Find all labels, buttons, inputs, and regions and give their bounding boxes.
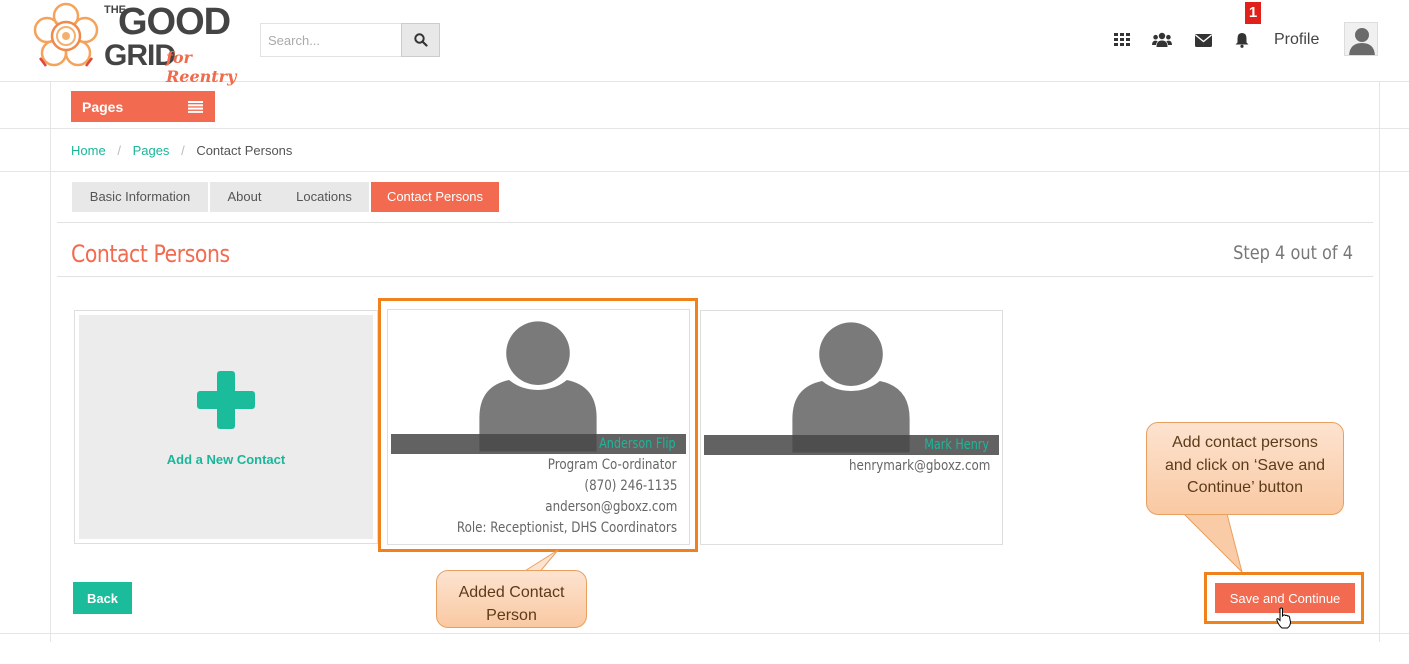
breadcrumb-current: Contact Persons: [196, 143, 293, 158]
divider-bottom: [0, 633, 1409, 634]
add-contact-area: Add a New Contact: [79, 315, 373, 539]
apps-grid-icon: [1114, 33, 1130, 46]
tab-about[interactable]: About: [210, 182, 279, 212]
contact-phone: (870) 246-1135: [583, 478, 677, 494]
flower-logo-icon: [33, 2, 99, 67]
menu-lines-icon: [188, 101, 203, 113]
pages-menu-label: Pages: [82, 99, 124, 115]
users-icon: [1152, 32, 1172, 47]
content-right-border: [1379, 82, 1380, 642]
step-indicator: Step 4 out of 4: [1233, 242, 1353, 264]
contact-role: Role: Receptionist, DHS Coordinators: [456, 520, 677, 536]
person-silhouette-icon: [479, 321, 597, 452]
contact-title: Program Co-ordinator: [548, 457, 677, 473]
contact-name-bar: Mark Henry: [704, 435, 999, 455]
callout-pointer: [1178, 509, 1243, 574]
tab-basic-information[interactable]: Basic Information: [72, 182, 208, 212]
content-left-border: [50, 82, 51, 642]
users-button[interactable]: [1151, 28, 1173, 52]
callout-added-contact: Added Contact Person: [436, 570, 587, 628]
logo-the-text: THE: [104, 4, 126, 16]
avatar[interactable]: [1344, 22, 1378, 56]
breadcrumb-separator: /: [117, 143, 121, 158]
logo-tagline: for Reentry: [166, 48, 237, 86]
contact-name: Anderson Flip: [599, 436, 676, 452]
pages-menu-button[interactable]: Pages: [71, 91, 215, 122]
divider-breadcrumb: [0, 171, 1409, 172]
search-box: [260, 23, 440, 57]
top-header: THE GOOD GRID for Reentry Search... 1 Pr…: [0, 0, 1409, 86]
search-icon: [413, 33, 428, 47]
search-input[interactable]: [260, 23, 402, 57]
messages-button[interactable]: [1192, 28, 1214, 52]
divider-top: [0, 128, 1409, 129]
site-logo[interactable]: THE GOOD GRID for Reentry: [30, 0, 250, 86]
page-title: Contact Persons: [71, 240, 230, 268]
breadcrumb-pages[interactable]: Pages: [133, 143, 170, 158]
tab-locations[interactable]: Locations: [279, 182, 369, 212]
breadcrumb-separator: /: [181, 143, 185, 158]
bell-icon: [1235, 33, 1249, 48]
logo-good-text: GOOD: [118, 1, 231, 43]
logo-grid-text: GRID: [104, 39, 176, 72]
person-silhouette-icon: [792, 322, 910, 453]
add-contact-card[interactable]: Add a New Contact: [74, 310, 378, 544]
title-divider: [57, 276, 1373, 277]
tabs-divider: [57, 222, 1373, 223]
user-avatar-icon: [1349, 28, 1375, 55]
hand-cursor-icon: [1276, 607, 1292, 629]
notifications-button[interactable]: [1231, 28, 1253, 52]
contact-name-bar: Anderson Flip: [391, 434, 686, 454]
plus-icon: [197, 371, 255, 429]
tab-contact-persons[interactable]: Contact Persons: [371, 182, 499, 212]
contact-card[interactable]: Mark Henry henrymark@gboxz.com: [700, 310, 1003, 545]
contact-card[interactable]: Anderson Flip Program Co-ordinator (870)…: [387, 309, 690, 545]
apps-grid-button[interactable]: [1111, 28, 1133, 52]
breadcrumb-home[interactable]: Home: [71, 143, 106, 158]
contact-name: Mark Henry: [924, 437, 989, 453]
contact-email: anderson@gboxz.com: [544, 499, 677, 515]
contact-email: henrymark@gboxz.com: [848, 458, 990, 474]
search-button[interactable]: [401, 23, 440, 57]
back-button[interactable]: Back: [73, 582, 132, 614]
notification-badge: 1: [1245, 2, 1261, 24]
breadcrumb: Home / Pages / Contact Persons: [71, 143, 292, 158]
add-contact-label: Add a New Contact: [166, 452, 286, 467]
envelope-icon: [1194, 33, 1212, 47]
callout-instruction: Add contact persons and click on ‘Save a…: [1146, 422, 1344, 515]
profile-link[interactable]: Profile: [1274, 31, 1319, 49]
